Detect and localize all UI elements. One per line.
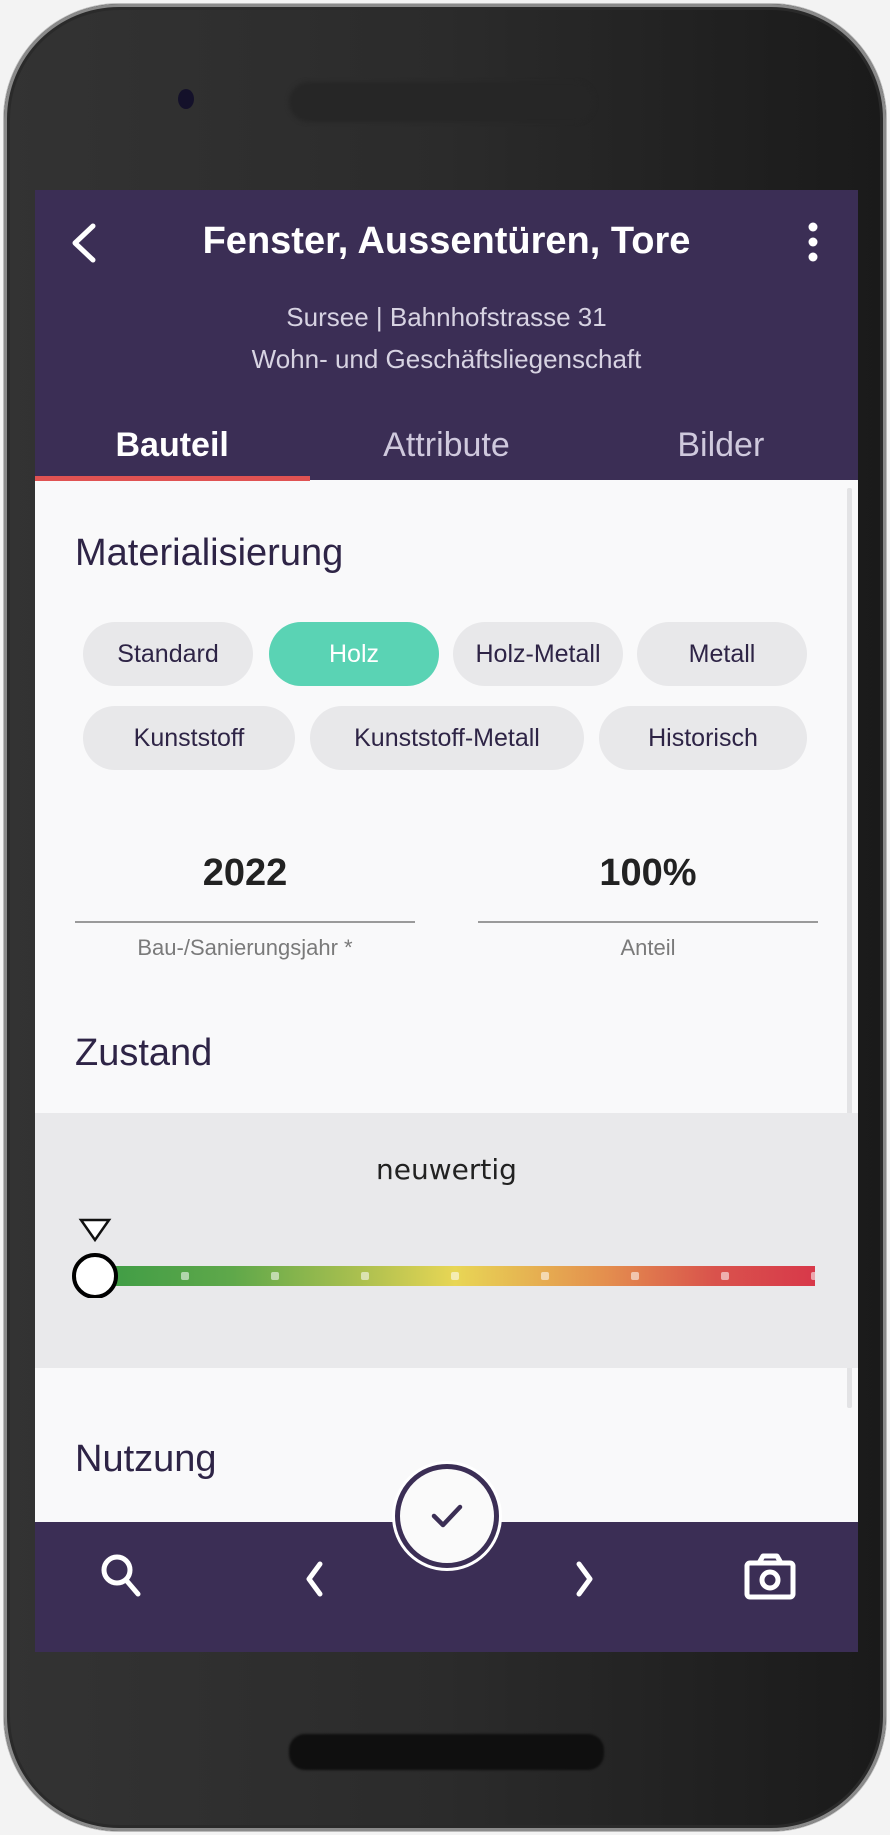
slider-tick [271, 1272, 279, 1280]
condition-value-label: neuwertig [376, 1153, 517, 1186]
tab-bauteil[interactable]: Bauteil [35, 410, 309, 480]
next-button[interactable] [554, 1546, 614, 1606]
tab-bilder[interactable]: Bilder [584, 410, 858, 480]
app-screen: Fenster, Aussentüren, Tore Sursee | Bahn… [35, 190, 858, 1652]
slider-tick [541, 1272, 549, 1280]
slider-tick [181, 1272, 189, 1280]
chip-kunststoff-metall[interactable]: Kunststoff-Metall [310, 706, 584, 770]
slider-position-marker [78, 1218, 112, 1243]
chevron-right-icon [576, 1561, 593, 1597]
search-icon [101, 1554, 141, 1597]
section-title-nutzung: Nutzung [75, 1438, 217, 1480]
tab-bar: Bauteil Attribute Bilder [35, 410, 858, 480]
chip-metall[interactable]: Metall [637, 622, 807, 686]
chip-historisch[interactable]: Historisch [599, 706, 807, 770]
active-tab-indicator [35, 476, 310, 481]
slider-track[interactable] [85, 1266, 815, 1286]
confirm-button[interactable] [395, 1464, 499, 1568]
location-subtitle: Sursee | Bahnhofstrasse 31 [286, 302, 607, 332]
chip-holz-metall[interactable]: Holz-Metall [453, 622, 623, 686]
year-underline [75, 921, 415, 923]
chip-standard[interactable]: Standard [83, 622, 253, 686]
slider-tick [811, 1272, 815, 1280]
chip-kunststoff[interactable]: Kunststoff [83, 706, 295, 770]
more-vertical-icon [808, 222, 818, 262]
slider-tick [451, 1272, 459, 1280]
section-title-zustand: Zustand [75, 1032, 213, 1074]
app-header: Fenster, Aussentüren, Tore Sursee | Bahn… [35, 190, 858, 481]
section-title-materialisierung: Materialisierung [75, 532, 344, 574]
chevron-left-icon [306, 1561, 323, 1597]
slider-tick [631, 1272, 639, 1280]
share-label: Anteil [620, 935, 676, 960]
property-type-subtitle: Wohn- und Geschäftsliegenschaft [251, 344, 642, 374]
camera-icon [744, 1553, 796, 1600]
search-button[interactable] [93, 1546, 153, 1606]
earpiece-speaker [289, 82, 594, 122]
condition-slider[interactable] [65, 1218, 815, 1298]
front-camera [178, 89, 194, 109]
share-value[interactable]: 100% [478, 843, 818, 903]
camera-button[interactable] [740, 1546, 800, 1606]
year-label: Bau-/Sanierungsjahr * [137, 935, 353, 960]
share-underline [478, 921, 818, 923]
page-title: Fenster, Aussentüren, Tore [202, 220, 691, 262]
chip-holz[interactable]: Holz [269, 622, 439, 686]
bottom-speaker [289, 1734, 604, 1770]
year-field[interactable]: 2022 Bau-/Sanierungsjahr * [75, 843, 415, 961]
check-icon [431, 1504, 463, 1528]
slider-tick [721, 1272, 729, 1280]
share-field[interactable]: 100% Anteil [478, 843, 818, 961]
slider-tick [361, 1272, 369, 1280]
slider-handle[interactable] [72, 1253, 118, 1298]
condition-panel: neuwertig [35, 1113, 858, 1368]
tab-attribute[interactable]: Attribute [309, 410, 583, 480]
more-options-button[interactable] [798, 220, 828, 264]
year-value[interactable]: 2022 [75, 843, 415, 903]
previous-button[interactable] [285, 1546, 345, 1606]
